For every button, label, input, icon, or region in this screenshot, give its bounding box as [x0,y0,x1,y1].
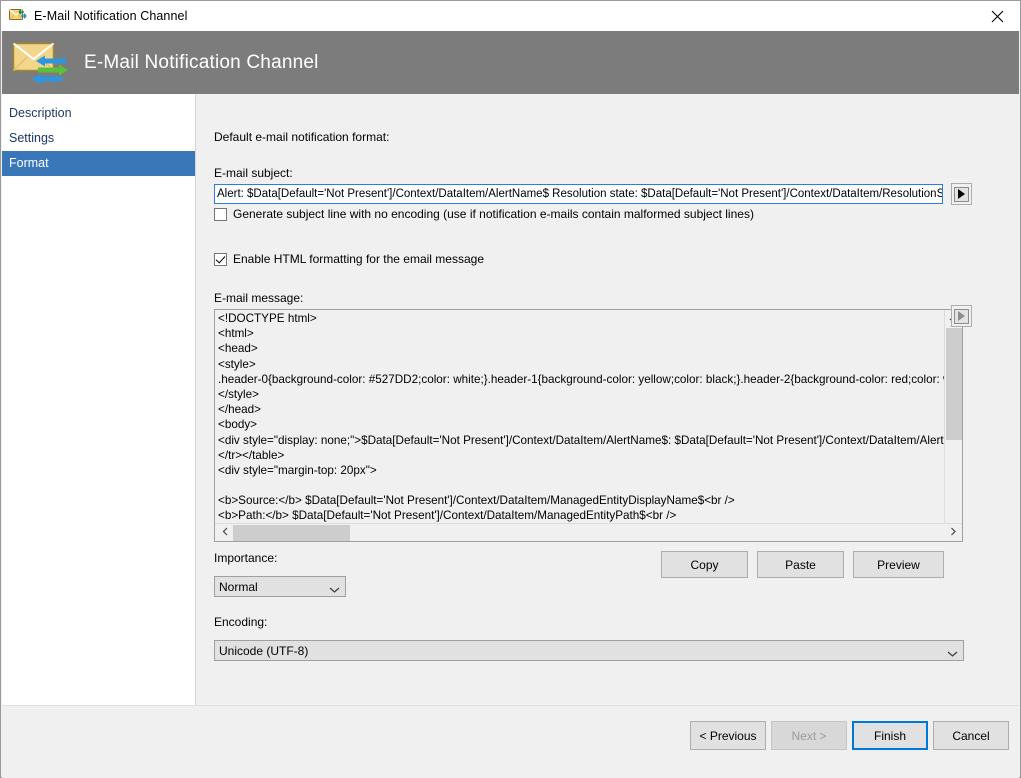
cancel-button[interactable]: Cancel [933,721,1009,750]
copy-button[interactable]: Copy [661,551,748,578]
message-line: <div style="margin-top: 20px"> [218,463,945,478]
email-subject-input[interactable]: Alert: $Data[Default='Not Present']/Cont… [214,184,943,204]
message-line: <style> [218,357,945,372]
close-icon [991,10,1004,23]
scroll-left-button[interactable] [216,524,233,541]
default-format-label: Default e-mail notification format: [214,130,389,144]
chevron-down-icon [329,582,338,591]
email-message-input[interactable]: <!DOCTYPE html><html><head><style>.heade… [216,311,945,523]
banner-title: E-Mail Notification Channel [84,52,319,74]
subject-expand-button[interactable] [951,183,972,205]
email-notification-icon [9,7,27,25]
sidebar-item-settings[interactable]: Settings [2,126,195,151]
scroll-right-button[interactable] [944,524,961,541]
importance-value: Normal [219,580,258,594]
email-message-box: <!DOCTYPE html><html><head><style>.heade… [214,309,963,542]
html-formatting-checkbox-row[interactable]: Enable HTML formatting for the email mes… [214,252,484,266]
scroll-thumb-horizontal[interactable] [233,525,350,541]
sidebar-item-format[interactable]: Format [2,151,195,176]
message-expand-button[interactable] [951,305,972,327]
message-line: </style> [218,387,945,402]
no-encoding-checkbox-row[interactable]: Generate subject line with no encoding (… [214,207,754,221]
html-formatting-checkbox[interactable] [214,253,227,266]
next-button: Next > [771,721,847,750]
message-line: </head> [218,402,945,417]
scroll-thumb-vertical[interactable] [946,328,962,440]
message-line: <!DOCTYPE html> [218,311,945,326]
message-line: <body> [218,417,945,432]
right-triangle-icon [954,187,969,202]
encoding-label: Encoding: [214,615,267,629]
message-line: <b>Source:</b> $Data[Default='Not Presen… [218,493,945,508]
message-line: <head> [218,341,945,356]
wizard-footer: < Previous Next > Finish Cancel [2,705,1019,778]
encoding-select[interactable]: Unicode (UTF-8) [214,640,964,661]
email-sync-icon [12,39,68,87]
window-title: E-Mail Notification Channel [34,9,187,23]
message-line: <html> [218,326,945,341]
dialog-banner: E-Mail Notification Channel [2,31,1019,94]
message-line [218,478,945,493]
sidebar-item-description[interactable]: Description [2,101,195,126]
email-subject-label: E-mail subject: [214,166,293,180]
content-pane: Default e-mail notification format: E-ma… [196,94,1019,705]
paste-button[interactable]: Paste [757,551,844,578]
chevron-right-icon [950,527,956,539]
message-line: <div style="display: none;">$Data[Defaul… [218,433,945,448]
no-encoding-checkbox-label: Generate subject line with no encoding (… [233,207,754,221]
html-formatting-checkbox-label: Enable HTML formatting for the email mes… [233,252,484,266]
preview-button[interactable]: Preview [853,551,944,578]
importance-label: Importance: [214,551,277,565]
chevron-left-icon [222,527,228,539]
message-line: <b>Path:</b> $Data[Default='Not Present'… [218,508,945,523]
message-line: </tr></table> [218,448,945,463]
email-message-label: E-mail message: [214,291,303,305]
previous-button[interactable]: < Previous [690,721,766,750]
right-triangle-icon-disabled [954,309,969,324]
dialog-window: E-Mail Notification Channel [0,0,1021,778]
importance-select[interactable]: Normal [214,576,346,597]
finish-button[interactable]: Finish [852,721,928,750]
chevron-down-icon [947,646,956,655]
close-button[interactable] [974,1,1020,31]
message-line: .header-0{background-color: #527DD2;colo… [218,372,945,387]
message-horizontal-scrollbar[interactable] [215,523,962,541]
title-bar: E-Mail Notification Channel [1,1,1020,31]
encoding-value: Unicode (UTF-8) [219,644,308,658]
wizard-sidebar: Description Settings Format [2,94,196,705]
message-vertical-scrollbar[interactable] [944,310,962,541]
no-encoding-checkbox[interactable] [214,208,227,221]
